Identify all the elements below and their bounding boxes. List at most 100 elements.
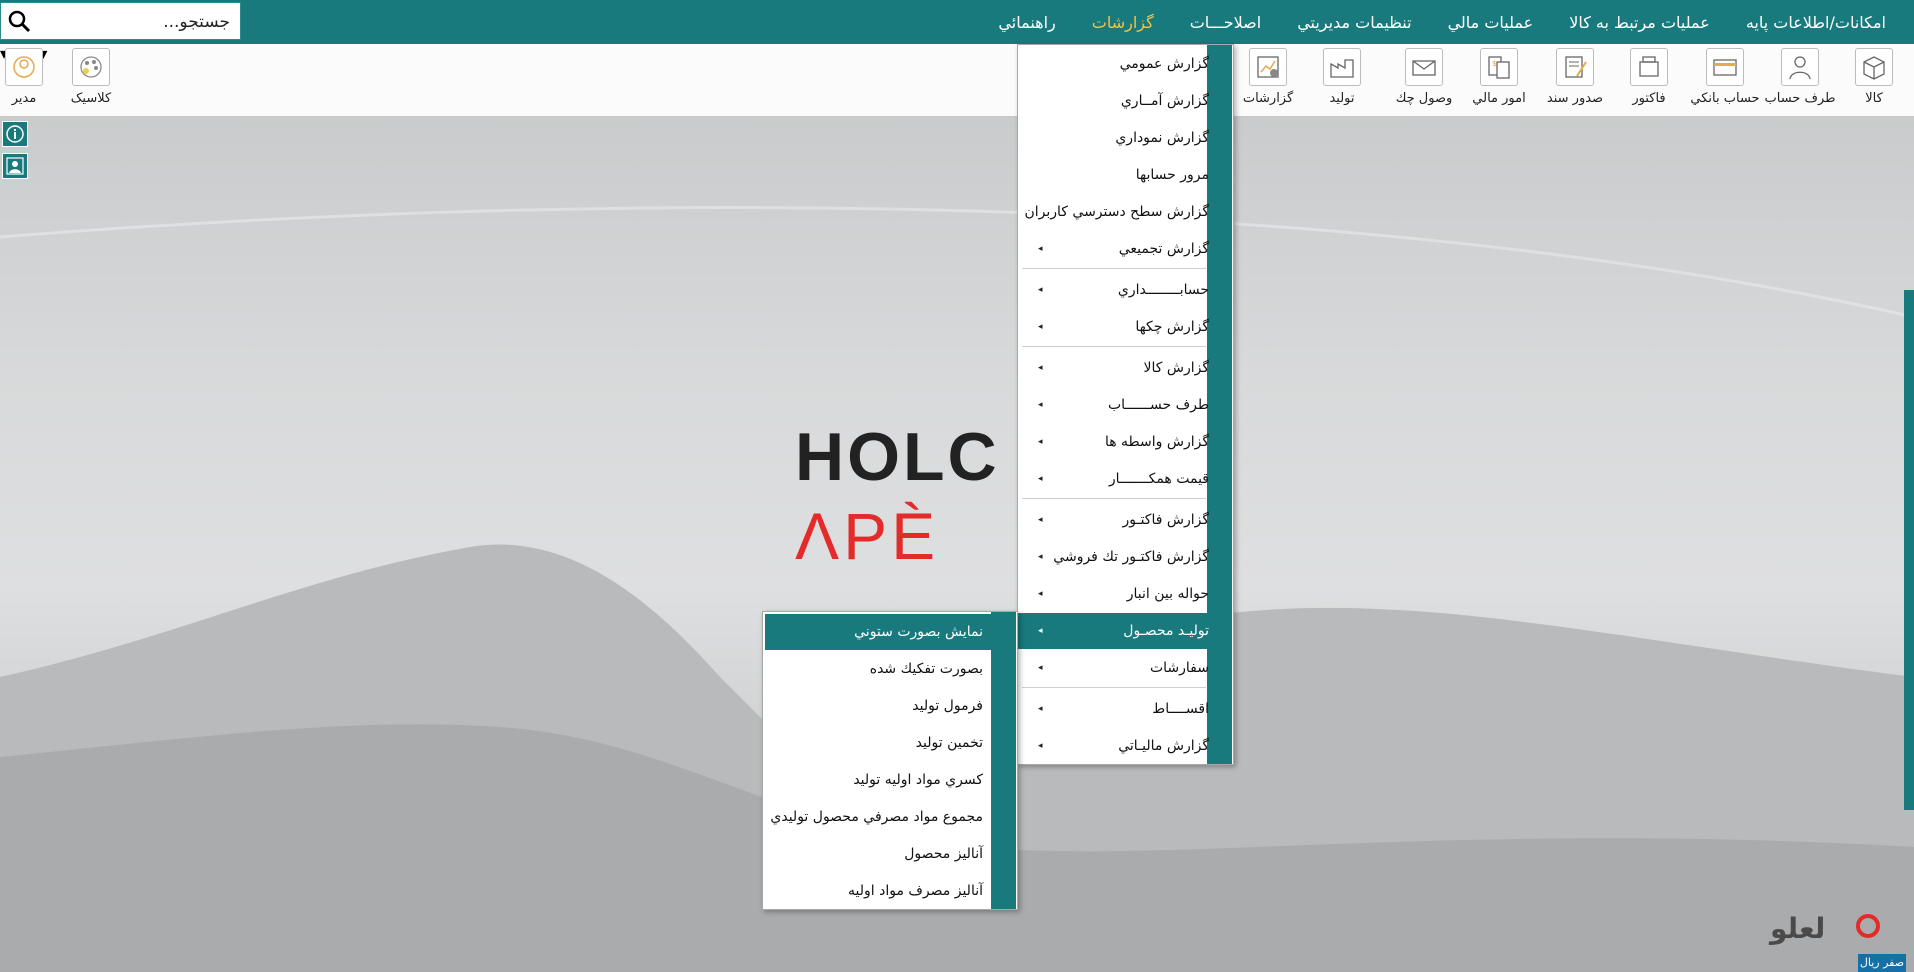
reports-menu-item[interactable]: گزارش سطح دسترسي کاربران bbox=[1018, 194, 1209, 230]
search-input[interactable] bbox=[38, 7, 232, 37]
toolbar-goods-button[interactable]: کالا bbox=[1852, 48, 1896, 112]
reports-menu-item[interactable]: گزارش ماليـاتي ◂ bbox=[1018, 728, 1209, 764]
reports-menu-item-label: قيمت همکـــــــار bbox=[1108, 471, 1209, 487]
toolbar-check-collection-button[interactable]: وصول چك bbox=[1394, 48, 1454, 112]
menu-help[interactable]: راهنمائي bbox=[980, 13, 1073, 32]
reports-menu-item-label: گزارش فاکتـور bbox=[1122, 512, 1209, 528]
reports-menu-item-label: گزارش کالا bbox=[1143, 360, 1210, 376]
toolbar-reports-label: گزارشات bbox=[1242, 91, 1294, 106]
finance-sheet-icon: $ bbox=[1488, 56, 1510, 79]
search-icon[interactable] bbox=[7, 9, 31, 33]
status-badge: صفر ريال bbox=[1858, 954, 1906, 972]
document-pen-icon bbox=[1565, 56, 1587, 78]
reports-menu-item[interactable]: گزارش چکها ◂ bbox=[1018, 309, 1209, 345]
reports-menu-item[interactable]: گزارش عمومي bbox=[1018, 46, 1209, 82]
reports-menu-item[interactable]: گزارش نموداري bbox=[1018, 120, 1209, 156]
production-submenu-item-label: مجموع مواد مصرفي محصول توليدي bbox=[770, 809, 983, 825]
production-submenu-item[interactable]: کسري مواد اوليه توليد bbox=[765, 762, 989, 798]
reports-menu-item[interactable]: مرور حسابها bbox=[1018, 157, 1209, 193]
report-chart-icon bbox=[1257, 56, 1279, 78]
toolbar-check-collection-label: وصول چك bbox=[1395, 91, 1453, 106]
production-submenu-item-label: آناليز محصول bbox=[904, 846, 983, 862]
reports-menu-item-label: اقســــاط bbox=[1152, 701, 1209, 717]
production-submenu-item-label: تخمين توليد bbox=[915, 735, 983, 751]
toolbar-bank-account-button[interactable]: حساب بانکي bbox=[1690, 48, 1760, 112]
menu-management-settings[interactable]: تنظيمات مديريتي bbox=[1279, 13, 1429, 32]
production-submenu: نمايش بصورت ستوني بصورت تفکيك شده فرمول تو… bbox=[762, 611, 1018, 910]
info-button[interactable] bbox=[2, 121, 28, 147]
menu-separator bbox=[1022, 687, 1206, 688]
reports-menu-item[interactable]: گزارش فاکتـور ◂ bbox=[1018, 502, 1209, 538]
production-submenu-item[interactable]: تخمين توليد bbox=[765, 725, 989, 761]
reports-menu-item[interactable]: گزارش کالا ◂ bbox=[1018, 350, 1209, 386]
toolbar-account-party-button[interactable]: طرف حساب bbox=[1765, 48, 1835, 112]
reports-menu-item[interactable]: توليـد محصـول ◂ bbox=[1018, 613, 1232, 649]
toolbar-invoice-button[interactable]: فاکتور bbox=[1626, 48, 1672, 112]
toolbar-production-button[interactable]: توليد bbox=[1320, 48, 1364, 112]
svg-text:$: $ bbox=[1492, 59, 1497, 68]
toolbar-invoice-label: فاکتور bbox=[1632, 91, 1666, 106]
production-submenu-item[interactable]: فرمول توليد bbox=[765, 688, 989, 724]
reports-menu-item-label: طرف حســــــاب bbox=[1107, 397, 1209, 413]
production-submenu-item-label: کسري مواد اوليه توليد bbox=[853, 772, 983, 788]
reports-menu-item-label: توليـد محصـول bbox=[1123, 623, 1209, 639]
production-submenu-item[interactable]: نمايش بصورت ستوني bbox=[765, 614, 1015, 650]
submenu-arrow-icon: ◂ bbox=[1038, 589, 1043, 599]
toolbar-manager-button[interactable]: مدير bbox=[4, 48, 44, 112]
reports-menu-item[interactable]: گزارش فاکتـور تك فروشي ◂ bbox=[1018, 539, 1209, 575]
reports-menu-item[interactable]: قيمت همکـــــــار ◂ bbox=[1018, 461, 1209, 497]
menu-separator bbox=[1022, 268, 1206, 269]
menu-reports[interactable]: گزارشات bbox=[1074, 13, 1172, 32]
toolbar-issue-document-label: صدور سند bbox=[1546, 91, 1604, 106]
menu-separator bbox=[1022, 346, 1206, 347]
reports-menu-item[interactable]: سفارشات ◂ bbox=[1018, 650, 1209, 686]
submenu-arrow-icon: ◂ bbox=[1038, 437, 1043, 447]
production-submenu-item[interactable]: آناليز مصرف مواد اوليه bbox=[765, 873, 989, 909]
submenu-arrow-icon: ◂ bbox=[1038, 363, 1043, 373]
menu-basic-info[interactable]: امکانات/اطلاعات پايه bbox=[1728, 13, 1904, 32]
menu-goods-operations[interactable]: عمليات مرتبط به کالا bbox=[1551, 13, 1728, 32]
submenu-arrow-icon: ◂ bbox=[1038, 474, 1043, 484]
reports-menu-item[interactable]: اقســــاط ◂ bbox=[1018, 691, 1209, 727]
brand-logo: لعلو bbox=[1770, 912, 1826, 945]
reports-menu-item[interactable]: گزارش تجميعي ◂ bbox=[1018, 231, 1209, 267]
reports-menu-item-label: گزارش واسطه ها bbox=[1104, 434, 1209, 450]
menu-separator bbox=[1022, 498, 1206, 499]
user-profile-button[interactable] bbox=[2, 153, 28, 179]
reports-menu-item[interactable]: حسابــــــــداري ◂ bbox=[1018, 272, 1209, 308]
toolbar-issue-document-button[interactable]: صدور سند bbox=[1546, 48, 1604, 112]
reports-menu-item[interactable]: حواله بين انبار ◂ bbox=[1018, 576, 1209, 612]
reports-menu-item-label: گزارش تجميعي bbox=[1118, 241, 1209, 257]
reports-menu-item-label: گزارش عمومي bbox=[1119, 56, 1209, 72]
reports-menu-item-label: گزارش چکها bbox=[1135, 319, 1209, 335]
brand-mark-icon bbox=[1856, 914, 1880, 938]
reports-menu-item-label: گزارش آمــاري bbox=[1120, 93, 1209, 109]
envelope-icon bbox=[1412, 60, 1436, 76]
reports-menu-item-label: مرور حسابها bbox=[1135, 167, 1209, 183]
main-menubar: امکانات/اطلاعات پايه عمليات مرتبط به کال… bbox=[0, 0, 1914, 44]
menu-corrections[interactable]: اصلاحـــات bbox=[1172, 13, 1279, 32]
production-submenu-item[interactable]: بصورت تفکيك شده bbox=[765, 651, 989, 687]
toolbar-goods-label: کالا bbox=[1865, 91, 1883, 106]
reports-menu-item[interactable]: گزارش واسطه ها ◂ bbox=[1018, 424, 1209, 460]
user-avatar-icon bbox=[13, 56, 35, 78]
toolbar-production-label: توليد bbox=[1329, 91, 1355, 106]
production-submenu-item-label: آناليز مصرف مواد اوليه bbox=[848, 883, 983, 899]
reports-menu-item[interactable]: گزارش آمــاري bbox=[1018, 83, 1209, 119]
bank-card-icon bbox=[1713, 59, 1737, 76]
reports-menu-item[interactable]: طرف حســــــاب ◂ bbox=[1018, 387, 1209, 423]
submenu-arrow-icon: ◂ bbox=[1038, 704, 1043, 714]
toolbar-classic-theme-button[interactable]: کلاسيک bbox=[70, 48, 112, 112]
menu-financial-operations[interactable]: عمليات مالي bbox=[1430, 13, 1552, 32]
production-submenu-item[interactable]: آناليز محصول bbox=[765, 836, 989, 872]
submenu-arrow-icon: ◂ bbox=[1038, 741, 1043, 751]
right-scroll-strip[interactable] bbox=[1904, 290, 1914, 810]
production-submenu-item[interactable]: مجموع مواد مصرفي محصول توليدي bbox=[765, 799, 989, 835]
cash-register-icon bbox=[1639, 56, 1659, 77]
submenu-arrow-icon: ◂ bbox=[1038, 552, 1043, 562]
toolbar-reports-button[interactable]: گزارشات bbox=[1242, 48, 1294, 112]
toolbar-financial-affairs-button[interactable]: $ امور مالي bbox=[1470, 48, 1528, 112]
production-submenu-item-label: بصورت تفکيك شده bbox=[869, 661, 983, 677]
production-submenu-item-label: نمايش بصورت ستوني bbox=[854, 624, 983, 640]
left-side-toolbar bbox=[2, 121, 28, 185]
